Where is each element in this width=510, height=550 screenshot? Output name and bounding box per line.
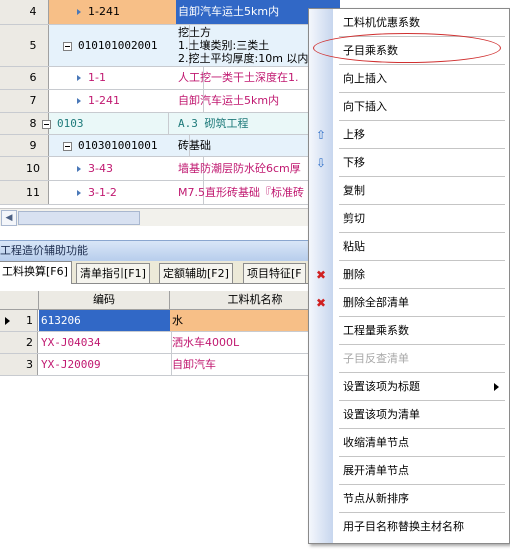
- row-selector[interactable]: [0, 90, 19, 112]
- menu-item-reverse-lookup: 子目反查清单: [309, 345, 509, 373]
- highlight-oval: [313, 33, 501, 63]
- code-cell[interactable]: 613206: [39, 310, 172, 331]
- menu-item-delete[interactable]: ✖ 删除: [309, 261, 509, 289]
- horizontal-scrollbar[interactable]: ◀: [0, 208, 340, 226]
- table-row[interactable]: 8 0103 A.3 砌筑工程: [0, 113, 340, 135]
- row-selector[interactable]: [0, 0, 19, 24]
- row-selector[interactable]: [0, 67, 19, 89]
- corner-cell: [0, 291, 39, 309]
- collapse-icon[interactable]: [63, 41, 72, 51]
- row-selector[interactable]: [0, 113, 19, 134]
- row-selector[interactable]: [0, 25, 19, 66]
- column-header-code[interactable]: 编码: [39, 291, 170, 309]
- menu-item-move-up[interactable]: ⇧ 上移: [309, 121, 509, 149]
- code-cell[interactable]: 010101002001: [49, 25, 190, 66]
- tab-item-features[interactable]: 项目特征[F: [243, 263, 306, 283]
- row-number: 5: [18, 25, 49, 66]
- delete-icon: ✖: [315, 268, 327, 282]
- sub-item-icon: [77, 190, 81, 196]
- table-row[interactable]: 9 010301001001 砖基础: [0, 135, 340, 157]
- grid-header: 编码 工料机名称: [0, 291, 340, 310]
- panel-title: 工程造价辅助功能: [0, 240, 340, 261]
- row-selector[interactable]: [0, 157, 19, 180]
- table-row[interactable]: 11 3-1-2 M7.5直形砖基础『标准砖: [0, 181, 340, 205]
- collapse-icon[interactable]: [63, 141, 72, 151]
- row-number: 11: [18, 181, 49, 204]
- menu-item-insert-above[interactable]: 向上插入: [309, 65, 509, 93]
- table-row[interactable]: 7 1-241 自卸汽车运土5km内: [0, 90, 340, 113]
- row-number: 2: [0, 332, 38, 353]
- row-number: 6: [18, 67, 49, 89]
- menu-item-resort-nodes[interactable]: 节点从新排序: [309, 485, 509, 513]
- menu-item-set-as-list[interactable]: 设置该项为清单: [309, 401, 509, 429]
- menu-item-insert-below[interactable]: 向下插入: [309, 93, 509, 121]
- scrollbar-thumb[interactable]: [18, 211, 140, 225]
- tab-material-conversion[interactable]: 工料换算[F6]: [0, 261, 72, 284]
- tab-list-guide[interactable]: 清单指引[F1]: [76, 263, 150, 283]
- table-row[interactable]: 10 3-43 墙基防潮层防水砼6cm厚: [0, 157, 340, 181]
- top-grid: 4 1-241 自卸汽车运土5km内 5 010101002001 挖土方 1.…: [0, 0, 340, 208]
- context-menu: 工料机优惠系数 子目乘系数 向上插入 向下插入 ⇧ 上移 ⇩ 下移 复制 剪切 …: [308, 8, 510, 544]
- table-row[interactable]: 3 YX-J20009 自卸汽车: [0, 354, 340, 376]
- row-number: 10: [18, 157, 49, 180]
- menu-item-delete-all-lists[interactable]: ✖ 删除全部清单: [309, 289, 509, 317]
- menu-item-cut[interactable]: 剪切: [309, 205, 509, 233]
- menu-item-replace-main-material-name[interactable]: 用子目名称替换主材名称: [309, 513, 509, 541]
- table-row[interactable]: 1 613206 水: [0, 310, 340, 332]
- up-arrow-icon: ⇧: [315, 128, 327, 142]
- submenu-arrow-icon: [494, 383, 499, 391]
- row-number: 4: [18, 0, 49, 24]
- current-row-icon: [5, 317, 10, 325]
- tab-quota-assist[interactable]: 定额辅助[F2]: [159, 263, 233, 283]
- code-cell[interactable]: 010301001001: [49, 135, 190, 156]
- delete-icon: ✖: [315, 296, 327, 310]
- row-number: 7: [18, 90, 49, 112]
- menu-item-set-as-title[interactable]: 设置该项为标题: [309, 373, 509, 401]
- material-grid: 编码 工料机名称 1 613206 水 2 YX-J04034 洒水车4000L…: [0, 291, 340, 381]
- menu-item-quantity-coefficient[interactable]: 工程量乘系数: [309, 317, 509, 345]
- row-selector[interactable]: [0, 135, 19, 156]
- code-cell[interactable]: 0103: [40, 113, 169, 134]
- sub-item-icon: [77, 9, 81, 15]
- sub-item-icon: [77, 166, 81, 172]
- code-cell[interactable]: YX-J20009: [39, 354, 172, 375]
- panel-tabs: 工料换算[F6] 清单指引[F1] 定额辅助[F2] 项目特征[F: [0, 261, 340, 284]
- collapse-icon[interactable]: [42, 119, 51, 129]
- sub-item-icon: [77, 75, 81, 81]
- table-row[interactable]: 6 1-1 人工挖一类干土深度在1.: [0, 67, 340, 90]
- menu-item-expand-nodes[interactable]: 展开清单节点: [309, 457, 509, 485]
- menu-item-move-down[interactable]: ⇩ 下移: [309, 149, 509, 177]
- scroll-left-icon[interactable]: ◀: [1, 210, 17, 226]
- table-row[interactable]: 4 1-241 自卸汽车运土5km内: [0, 0, 340, 25]
- row-number: 3: [0, 354, 38, 375]
- sub-item-icon: [77, 98, 81, 104]
- menu-item-copy[interactable]: 复制: [309, 177, 509, 205]
- row-selector[interactable]: [0, 181, 19, 204]
- code-cell[interactable]: YX-J04034: [39, 332, 172, 353]
- menu-item-paste[interactable]: 粘贴: [309, 233, 509, 261]
- menu-item-collapse-nodes[interactable]: 收缩清单节点: [309, 429, 509, 457]
- row-number: 9: [18, 135, 49, 156]
- down-arrow-icon: ⇩: [315, 156, 327, 170]
- table-row[interactable]: 2 YX-J04034 洒水车4000L: [0, 332, 340, 354]
- row-number: 1: [0, 310, 38, 331]
- table-row[interactable]: 5 010101002001 挖土方 1.土壤类别:三类土 2.挖土平均厚度:1…: [0, 25, 340, 67]
